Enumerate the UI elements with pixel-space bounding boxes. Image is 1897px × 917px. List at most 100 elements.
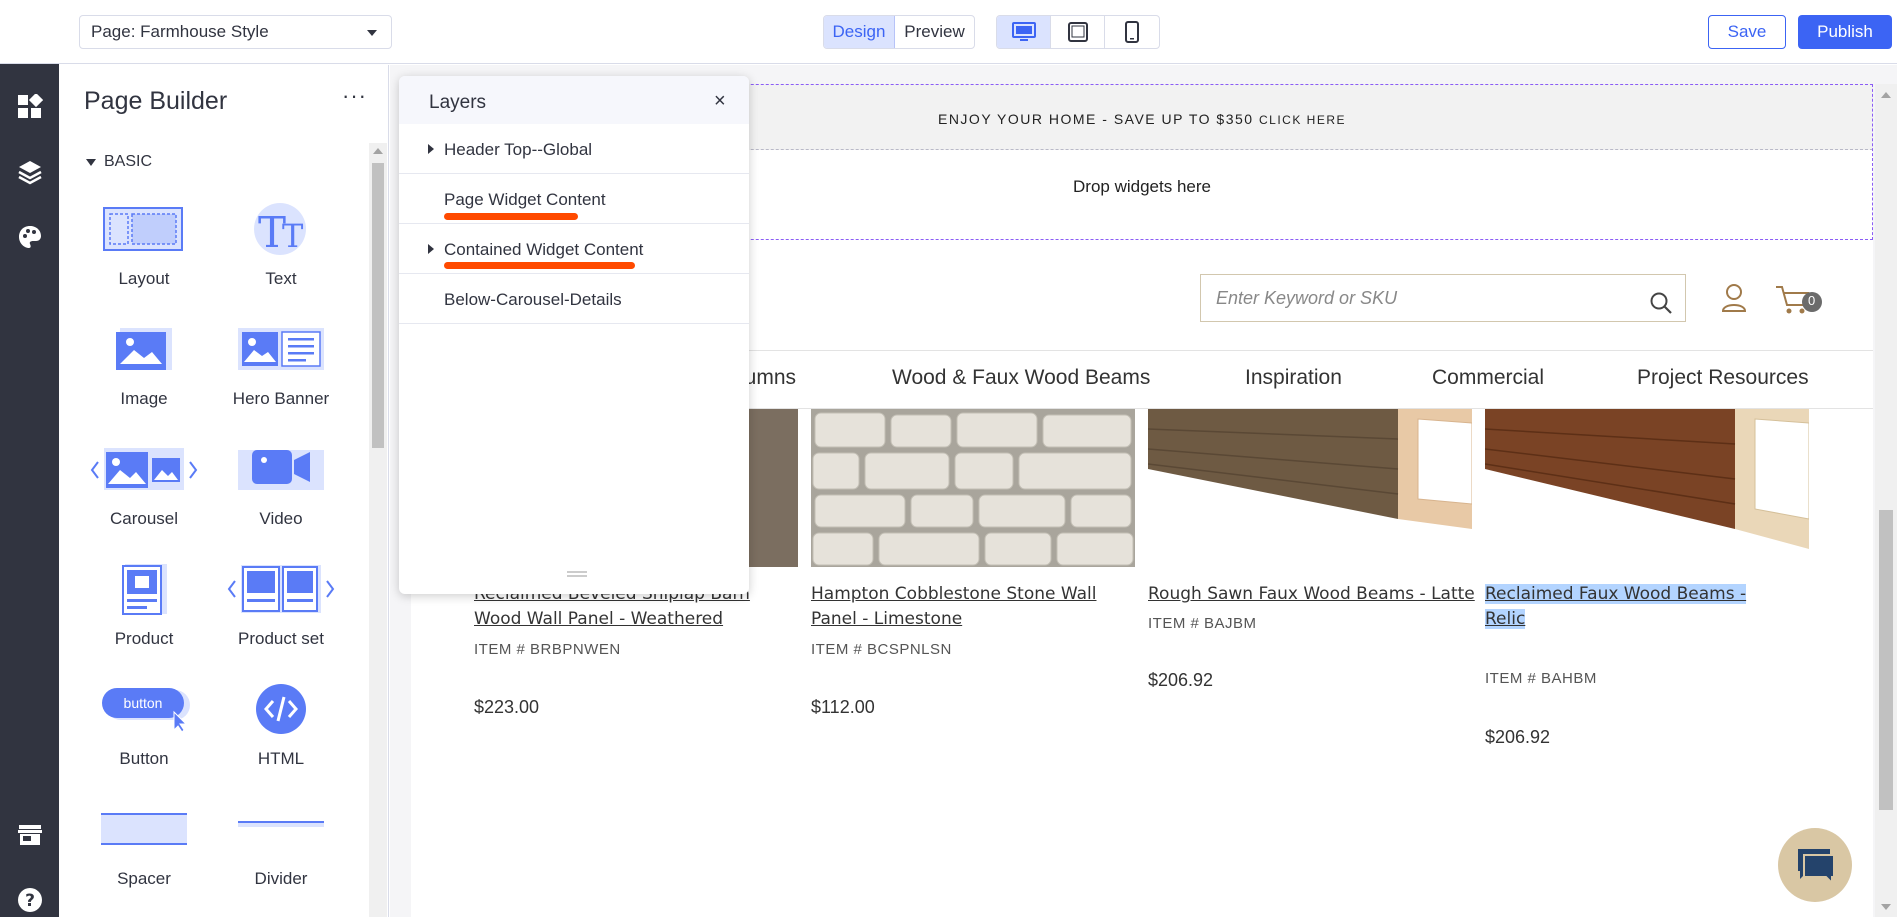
account-icon[interactable] <box>1720 283 1748 318</box>
svg-text:T: T <box>282 217 304 255</box>
expand-arrow-icon[interactable] <box>428 144 434 154</box>
widget-divider[interactable]: Divider <box>221 795 341 895</box>
theme-styles-icon[interactable] <box>15 222 45 252</box>
product-sku: ITEM # BCSPNLSN <box>811 641 952 658</box>
widget-product-set[interactable]: Product set <box>221 555 341 655</box>
tablet-icon[interactable] <box>1051 16 1105 48</box>
layer-label: Below-Carousel-Details <box>444 290 622 309</box>
divider-icon <box>221 795 341 863</box>
widget-label: Spacer <box>117 869 171 888</box>
close-icon[interactable]: × <box>714 90 726 113</box>
chat-icon[interactable] <box>1778 828 1852 902</box>
widgets-icon[interactable] <box>15 92 45 122</box>
widget-label: HTML <box>257 749 305 768</box>
desktop-icon[interactable] <box>997 16 1051 48</box>
top-bar: Page: Farmhouse Style Design Preview Sav… <box>0 0 1897 64</box>
layers-header: Layers × <box>399 76 749 124</box>
canvas-scrollbar-thumb[interactable] <box>1879 510 1893 810</box>
layer-item-header-top[interactable]: Header Top--Global <box>399 124 749 174</box>
widget-button[interactable]: button Button <box>84 675 204 775</box>
widget-product[interactable]: Product <box>84 555 204 655</box>
save-button[interactable]: Save <box>1708 15 1786 49</box>
preview-mode-button[interactable]: Preview <box>895 16 974 48</box>
nav-item-commercial[interactable]: Commercial <box>1432 366 1544 390</box>
layout-icon <box>84 195 204 263</box>
resize-handle[interactable] <box>567 575 587 577</box>
selected-text: Reclaimed Faux Wood Beams - Relic <box>1485 584 1747 629</box>
layer-item-page-widget-content[interactable]: Page Widget Content <box>399 174 749 224</box>
product-price: $112.00 <box>811 697 875 717</box>
product-price: $206.92 <box>1485 727 1551 747</box>
product-set-icon <box>221 555 341 623</box>
product-title[interactable]: Rough Sawn Faux Wood Beams - Latte <box>1148 582 1478 607</box>
product-price: $223.00 <box>474 697 540 717</box>
annotation-underline <box>444 262 635 269</box>
widget-label: Hero Banner <box>232 389 330 408</box>
design-mode-button[interactable]: Design <box>824 16 895 48</box>
widget-label: Carousel <box>109 509 179 528</box>
resize-handle[interactable] <box>567 571 587 573</box>
svg-text:?: ? <box>25 891 35 911</box>
nav-item-project-resources[interactable]: Project Resources <box>1637 366 1809 390</box>
layers-panel: Layers × Header Top--Global Page Widget … <box>399 76 749 594</box>
widget-carousel[interactable]: Carousel <box>84 435 204 535</box>
mobile-icon[interactable] <box>1105 16 1159 48</box>
button-icon: button <box>84 675 204 743</box>
caret-down-icon <box>86 158 96 166</box>
layers-title: Layers <box>429 92 487 113</box>
annotation-underline <box>444 213 578 220</box>
panel-scrollbar-thumb[interactable] <box>372 163 384 448</box>
widget-label: Button <box>119 749 169 768</box>
product-sku: ITEM # BAJBM <box>1148 615 1257 632</box>
spacer-icon <box>84 795 204 863</box>
layer-item-below-carousel-details[interactable]: Below-Carousel-Details <box>399 274 749 324</box>
nav-item-wood-beams[interactable]: Wood & Faux Wood Beams <box>892 366 1150 390</box>
svg-text:button: button <box>124 695 163 711</box>
widget-label: Divider <box>254 869 308 888</box>
nav-item-inspiration[interactable]: Inspiration <box>1245 366 1342 390</box>
widget-hero-banner[interactable]: Hero Banner <box>221 315 341 415</box>
basic-category-toggle[interactable]: BASIC <box>86 153 152 171</box>
product-image[interactable] <box>1148 409 1472 567</box>
scroll-up-icon[interactable] <box>1881 92 1891 98</box>
widget-video[interactable]: Video <box>221 435 341 535</box>
page-builder-title: Page Builder <box>84 87 228 115</box>
layer-item-contained-widget-content[interactable]: Contained Widget Content <box>399 224 749 274</box>
help-icon[interactable]: ? <box>15 885 45 915</box>
canvas-scrollbar[interactable] <box>1875 84 1897 917</box>
hero-banner-icon <box>221 315 341 383</box>
search-input[interactable]: Enter Keyword or SKU <box>1200 274 1686 322</box>
product-image[interactable] <box>1485 409 1809 567</box>
product-title-selected[interactable]: Reclaimed Faux Wood Beams - Relic <box>1485 582 1785 632</box>
carousel-icon <box>84 435 204 503</box>
cart-icon[interactable]: 0 <box>1774 283 1826 324</box>
product-title[interactable]: Hampton Cobblestone Stone Wall Panel - L… <box>811 582 1141 632</box>
more-options-icon[interactable]: ··· <box>342 85 367 107</box>
scroll-up-icon[interactable] <box>373 148 383 154</box>
cart-count-badge: 0 <box>1808 293 1816 308</box>
storefront-icon[interactable] <box>15 820 45 850</box>
widget-label: Product <box>114 629 174 648</box>
layers-icon[interactable] <box>15 157 45 187</box>
page-selector-dropdown[interactable]: Page: Farmhouse Style <box>79 15 392 49</box>
product-price: $206.92 <box>1148 670 1214 690</box>
widget-layout[interactable]: Layout <box>84 195 204 295</box>
widget-html[interactable]: HTML <box>221 675 341 775</box>
expand-arrow-icon[interactable] <box>428 244 434 254</box>
widget-spacer[interactable]: Spacer <box>84 795 204 895</box>
search-icon[interactable] <box>1649 286 1673 332</box>
product-sku: ITEM # BRBPNWEN <box>474 641 621 658</box>
html-icon <box>221 675 341 743</box>
product-image[interactable] <box>811 409 1135 567</box>
text-icon: TT <box>221 195 341 263</box>
page-selector-value: Page: Farmhouse Style <box>91 22 269 41</box>
product-icon <box>84 555 204 623</box>
video-icon <box>221 435 341 503</box>
widget-text[interactable]: TT Text <box>221 195 341 295</box>
widget-image[interactable]: Image <box>84 315 204 415</box>
widget-label: Layout <box>118 269 170 288</box>
scroll-down-icon[interactable] <box>1881 904 1891 910</box>
design-preview-toggle: Design Preview <box>823 15 975 49</box>
product-sku: ITEM # BAHBM <box>1485 670 1597 687</box>
publish-button[interactable]: Publish <box>1798 15 1892 49</box>
